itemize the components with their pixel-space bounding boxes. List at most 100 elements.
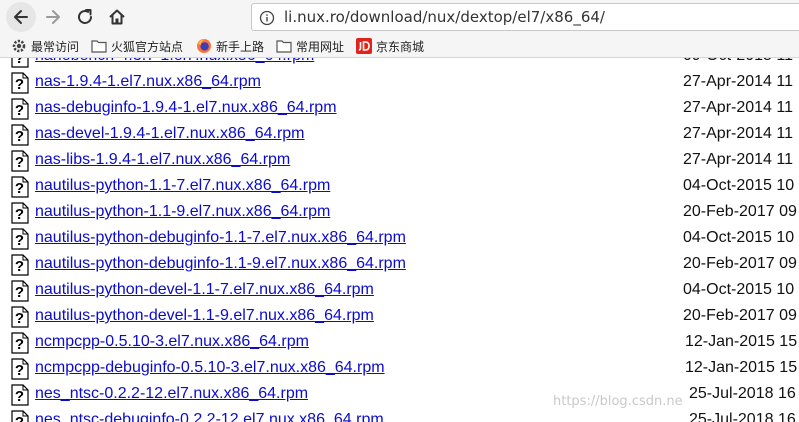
- list-item: ? nautilus-python-1.1-9.el7.nux.x86_64.rp…: [0, 200, 799, 226]
- file-modified-date: 27-Apr-2014 11: [683, 151, 793, 168]
- list-item: ? nas-libs-1.9.4-1.el7.nux.x86_64.rpm 27-A…: [0, 148, 799, 174]
- file-link[interactable]: nas-debuginfo-1.9.4-1.el7.nux.x86_64.rpm: [35, 99, 337, 117]
- bookmark-common-sites[interactable]: 常用网址: [276, 37, 344, 55]
- svg-text:?: ?: [15, 154, 24, 171]
- home-button[interactable]: [102, 2, 132, 32]
- list-item: ? nautilus-python-debuginfo-1.1-9.el7.nux…: [0, 252, 799, 278]
- file-modified-date: 20-Feb-2017 09: [683, 203, 797, 220]
- file-modified-date: 27-Apr-2014 11: [683, 125, 793, 142]
- bookmark-getting-started[interactable]: 新手上路: [196, 37, 264, 55]
- list-item: ? nautilus-python-devel-1.1-7.el7.nux.x86…: [0, 278, 799, 304]
- unknown-file-icon: ?: [11, 58, 29, 68]
- file-modified-date: 04-Oct-2015 10: [683, 229, 795, 246]
- address-bar[interactable]: li.nux.ro/download/nux/dextop/el7/x86_64…: [251, 3, 799, 31]
- url-text[interactable]: li.nux.ro/download/nux/dextop/el7/x86_64…: [284, 8, 605, 26]
- svg-text:?: ?: [15, 336, 24, 353]
- file-link[interactable]: nanoberich-4.3.7-1.el7.nux.x86_64.rpm: [35, 58, 314, 65]
- file-link[interactable]: nas-devel-1.9.4-1.el7.nux.x86_64.rpm: [35, 125, 305, 143]
- file-modified-date: 20-Feb-2017 09: [683, 255, 797, 272]
- list-item: ? nas-1.9.4-1.el7.nux.x86_64.rpm 27-Apr-20…: [0, 70, 799, 96]
- reload-icon: [78, 9, 92, 24]
- bookmark-most-visited[interactable]: 最常访问: [11, 37, 79, 55]
- list-item: ? nautilus-python-1.1-7.el7.nux.x86_64.rp…: [0, 174, 799, 200]
- file-modified-date: 20-Feb-2017 09: [683, 307, 797, 324]
- bookmark-label: 火狐官方站点: [111, 39, 184, 54]
- file-modified-date: 12-Jan-2015 15: [685, 359, 798, 376]
- unknown-file-icon: ?: [11, 306, 29, 328]
- svg-text:?: ?: [15, 388, 24, 405]
- file-modified-date: 27-Apr-2014 11: [683, 99, 793, 116]
- svg-text:?: ?: [15, 58, 24, 67]
- file-link[interactable]: nautilus-python-devel-1.1-7.el7.nux.x86_…: [35, 281, 374, 299]
- unknown-file-icon: ?: [11, 254, 29, 276]
- list-item: ? nautilus-python-devel-1.1-9.el7.nux.x86…: [0, 304, 799, 330]
- unknown-file-icon: ?: [11, 410, 29, 422]
- unknown-file-icon: ?: [11, 228, 29, 250]
- svg-text:?: ?: [15, 180, 24, 197]
- back-button[interactable]: [6, 2, 36, 32]
- file-modified-date: 25-Jul-2018 16: [689, 385, 796, 402]
- watermark: https://blog.csdn.ne: [553, 394, 683, 409]
- file-link[interactable]: nautilus-python-1.1-9.el7.nux.x86_64.rpm: [35, 203, 330, 221]
- file-link[interactable]: nautilus-python-debuginfo-1.1-7.el7.nux.…: [35, 229, 406, 247]
- list-item: ? ncmpcpp-debuginfo-0.5.10-3.el7.nux.x86_…: [0, 356, 799, 382]
- file-link[interactable]: nas-1.9.4-1.el7.nux.x86_64.rpm: [35, 73, 261, 91]
- forward-arrow-icon: [46, 10, 60, 24]
- unknown-file-icon: ?: [11, 124, 29, 146]
- file-modified-date: 04-Oct-2015 10: [683, 177, 795, 194]
- directory-listing: ? nanoberich-4.3.7-1.el7.nux.x86_64.rpm 09…: [0, 58, 799, 422]
- svg-text:?: ?: [15, 102, 24, 119]
- firefox-icon: [196, 38, 212, 54]
- unknown-file-icon: ?: [11, 280, 29, 302]
- home-icon: [109, 9, 125, 25]
- list-item: ? nes_ntsc-debuginfo-0.2.2-12.el7.nux.x86…: [0, 408, 799, 422]
- folder-icon: [91, 38, 107, 54]
- bookmark-jd[interactable]: 京东商城: [356, 37, 424, 55]
- file-link[interactable]: nautilus-python-devel-1.1-9.el7.nux.x86_…: [35, 307, 374, 325]
- svg-text:?: ?: [15, 206, 24, 223]
- file-link[interactable]: nas-libs-1.9.4-1.el7.nux.x86_64.rpm: [35, 151, 290, 169]
- svg-text:?: ?: [15, 128, 24, 145]
- forward-button[interactable]: [38, 2, 68, 32]
- jd-icon: [356, 38, 372, 54]
- bookmark-label: 京东商城: [376, 39, 425, 54]
- unknown-file-icon: ?: [11, 150, 29, 172]
- bookmarks-bar: 最常访问 火狐官方站点 新手上路 常用网址 京东商城: [0, 34, 799, 58]
- bookmark-label: 常用网址: [296, 39, 345, 54]
- info-icon[interactable]: [259, 10, 275, 26]
- unknown-file-icon: ?: [11, 176, 29, 198]
- bookmark-firefox-official[interactable]: 火狐官方站点: [91, 37, 183, 55]
- unknown-file-icon: ?: [11, 72, 29, 94]
- svg-text:?: ?: [15, 310, 24, 327]
- file-modified-date: 27-Apr-2014 11: [683, 73, 793, 90]
- list-item: ? nas-debuginfo-1.9.4-1.el7.nux.x86_64.rp…: [0, 96, 799, 122]
- file-link[interactable]: nautilus-python-debuginfo-1.1-9.el7.nux.…: [35, 255, 406, 273]
- file-modified-date: 09-Oct-2015 11: [683, 58, 793, 65]
- unknown-file-icon: ?: [11, 358, 29, 380]
- list-item: ? nas-devel-1.9.4-1.el7.nux.x86_64.rpm 27-…: [0, 122, 799, 148]
- bookmark-label: 新手上路: [216, 39, 265, 54]
- file-link[interactable]: nautilus-python-1.1-7.el7.nux.x86_64.rpm: [35, 177, 330, 195]
- file-link[interactable]: nes_ntsc-0.2.2-12.el7.nux.x86_64.rpm: [35, 385, 308, 403]
- gear-icon: [11, 38, 27, 54]
- svg-text:?: ?: [15, 414, 24, 422]
- unknown-file-icon: ?: [11, 384, 29, 406]
- file-modified-date: 04-Oct-2015 10: [683, 281, 795, 298]
- svg-text:?: ?: [15, 258, 24, 275]
- file-modified-date: 12-Jan-2015 15: [685, 333, 798, 350]
- unknown-file-icon: ?: [11, 202, 29, 224]
- svg-text:?: ?: [15, 284, 24, 301]
- file-link[interactable]: ncmpcpp-0.5.10-3.el7.nux.x86_64.rpm: [35, 333, 309, 351]
- folder-icon: [276, 38, 292, 54]
- svg-text:?: ?: [15, 76, 24, 93]
- file-link[interactable]: nes_ntsc-debuginfo-0.2.2-12.el7.nux.x86_…: [35, 411, 384, 422]
- file-link[interactable]: ncmpcpp-debuginfo-0.5.10-3.el7.nux.x86_6…: [35, 359, 385, 377]
- bookmark-label: 最常访问: [31, 39, 80, 54]
- list-item: ? ncmpcpp-0.5.10-3.el7.nux.x86_64.rpm 12-J…: [0, 330, 799, 356]
- back-arrow-icon: [14, 10, 28, 24]
- reload-button[interactable]: [70, 2, 100, 32]
- navigation-toolbar: li.nux.ro/download/nux/dextop/el7/x86_64…: [0, 0, 799, 34]
- unknown-file-icon: ?: [11, 332, 29, 354]
- list-item: ? nautilus-python-debuginfo-1.1-7.el7.nux…: [0, 226, 799, 252]
- svg-text:?: ?: [15, 232, 24, 249]
